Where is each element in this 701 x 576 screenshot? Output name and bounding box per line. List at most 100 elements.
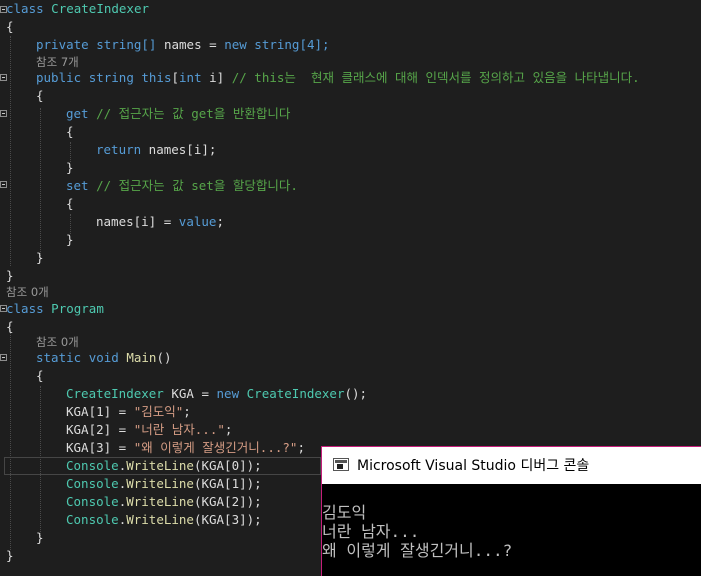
brace: } (66, 232, 74, 247)
brace: { (66, 196, 74, 211)
keyword: value (178, 214, 217, 229)
keyword: set (66, 178, 89, 193)
brace: { (6, 319, 14, 334)
collapse-toggle-icon[interactable] (0, 354, 7, 361)
code-line[interactable]: class Program (6, 300, 104, 318)
semicolon: ; (216, 214, 224, 229)
parens: (); (344, 386, 368, 401)
code-line[interactable]: static void Main() (36, 349, 172, 367)
keyword: int (179, 70, 202, 85)
code-line[interactable]: } (6, 547, 14, 565)
arguments: (KGA[1]); (193, 476, 262, 491)
comment: // 접근자는 값 set을 할당합니다. (96, 178, 298, 193)
collapse-toggle-icon[interactable] (0, 110, 7, 117)
code-line[interactable]: } (36, 529, 44, 547)
console-window-icon (333, 458, 349, 471)
keyword: string[] (96, 37, 157, 52)
string-literal: "왜 이렇게 잘생긴거니...?" (133, 440, 298, 455)
class-name: CreateIndexer (246, 386, 345, 401)
code-line[interactable]: } (66, 231, 74, 249)
bracket: [ (171, 70, 180, 85)
variable: KGA (163, 386, 194, 401)
keyword: void (88, 350, 119, 365)
code-line[interactable]: { (36, 87, 44, 105)
keyword: this (141, 70, 172, 85)
semicolon: ; (183, 404, 191, 419)
keyword: static (36, 350, 82, 365)
keyword: private (36, 37, 89, 52)
operator: = (193, 386, 217, 401)
method-name: WriteLine (126, 458, 194, 473)
class-name: CreateIndexer (66, 386, 164, 401)
expression: KGA[2] = (66, 422, 134, 437)
method-name: WriteLine (126, 512, 194, 527)
code-line[interactable]: KGA[3] = "왜 이렇게 잘생긴거니...?"; (66, 439, 305, 457)
comment: // this는 현재 클래스에 대해 인덱서를 정의하고 있음을 나타냅니다. (231, 70, 640, 85)
class-name: Console (66, 458, 119, 473)
code-line[interactable]: } (36, 249, 44, 267)
codelens-references[interactable]: 참조 0개 (6, 284, 49, 300)
collapse-toggle-icon[interactable] (0, 181, 7, 188)
bracket: ] (216, 70, 225, 85)
code-line[interactable]: public string this[int i] // this는 현재 클래… (36, 69, 640, 87)
indent-guide (40, 108, 41, 258)
semicolon: ; (297, 440, 305, 455)
code-line[interactable]: { (66, 195, 74, 213)
keyword: return (96, 142, 142, 157)
code-line[interactable]: } (66, 159, 74, 177)
code-line[interactable]: private string[] names = new string[4]; (36, 36, 330, 54)
brace: } (66, 160, 74, 175)
brace: { (36, 368, 44, 383)
brace: { (6, 19, 14, 34)
indent-guide (10, 36, 11, 266)
class-name: Console (66, 476, 119, 491)
keyword: string[4]; (254, 37, 330, 52)
string-literal: "너란 남자..." (133, 422, 225, 437)
console-titlebar[interactable]: Microsoft Visual Studio 디버그 콘솔 (322, 447, 701, 484)
code-line[interactable]: KGA[1] = "김도익"; (66, 403, 191, 421)
code-line[interactable]: set // 접근자는 값 set을 할당합니다. (66, 177, 298, 195)
debug-console-window[interactable]: Microsoft Visual Studio 디버그 콘솔 김도익 너란 남자… (321, 446, 701, 576)
arguments: (KGA[3]); (193, 512, 262, 527)
code-line[interactable]: CreateIndexer KGA = new CreateIndexer(); (66, 385, 367, 403)
code-line[interactable]: { (6, 318, 14, 336)
collapse-toggle-icon[interactable] (0, 74, 7, 81)
code-line[interactable]: { (66, 123, 74, 141)
arguments: (KGA[0]); (193, 458, 262, 473)
brace: { (66, 124, 74, 139)
keyword: get (66, 106, 89, 121)
code-line[interactable]: KGA[2] = "너란 남자..."; (66, 421, 232, 439)
code-line[interactable]: Console.WriteLine(KGA[2]); (66, 493, 262, 511)
code-line[interactable]: get // 접근자는 값 get을 반환합니다 (66, 105, 290, 123)
keyword: class (6, 301, 44, 316)
class-name: Console (66, 494, 119, 509)
semicolon: ; (224, 422, 233, 437)
code-line[interactable]: Console.WriteLine(KGA[0]); (66, 457, 262, 475)
console-title: Microsoft Visual Studio 디버그 콘솔 (357, 458, 590, 474)
method-name: WriteLine (126, 494, 194, 509)
code-line[interactable]: Console.WriteLine(KGA[3]); (66, 511, 262, 529)
codelens-references[interactable]: 참조 0개 (36, 334, 79, 350)
field-name: names (163, 37, 202, 52)
comment: // 접근자는 값 get을 반환합니다 (96, 106, 291, 121)
string-literal: "김도익" (133, 404, 184, 419)
code-line[interactable]: Console.WriteLine(KGA[1]); (66, 475, 262, 493)
indent-guide (10, 330, 11, 550)
code-line[interactable]: names[i] = value; (96, 213, 224, 231)
arguments: (KGA[2]); (193, 494, 262, 509)
keyword: class (6, 1, 44, 16)
expression: names[i] = (96, 214, 179, 229)
parameter: i (201, 70, 217, 85)
code-line[interactable]: { (6, 18, 14, 36)
console-output-line: 너란 남자... (322, 522, 420, 541)
operator: = (201, 37, 225, 52)
keyword: new (224, 37, 247, 52)
code-line[interactable]: class CreateIndexer (6, 0, 149, 18)
code-line[interactable]: { (36, 367, 44, 385)
brace: } (6, 548, 14, 563)
keyword: public (36, 70, 82, 85)
expression: names[i]; (141, 142, 217, 157)
codelens-references[interactable]: 참조 7개 (36, 54, 79, 70)
code-line[interactable]: return names[i]; (96, 141, 216, 159)
code-line[interactable]: } (6, 267, 14, 285)
